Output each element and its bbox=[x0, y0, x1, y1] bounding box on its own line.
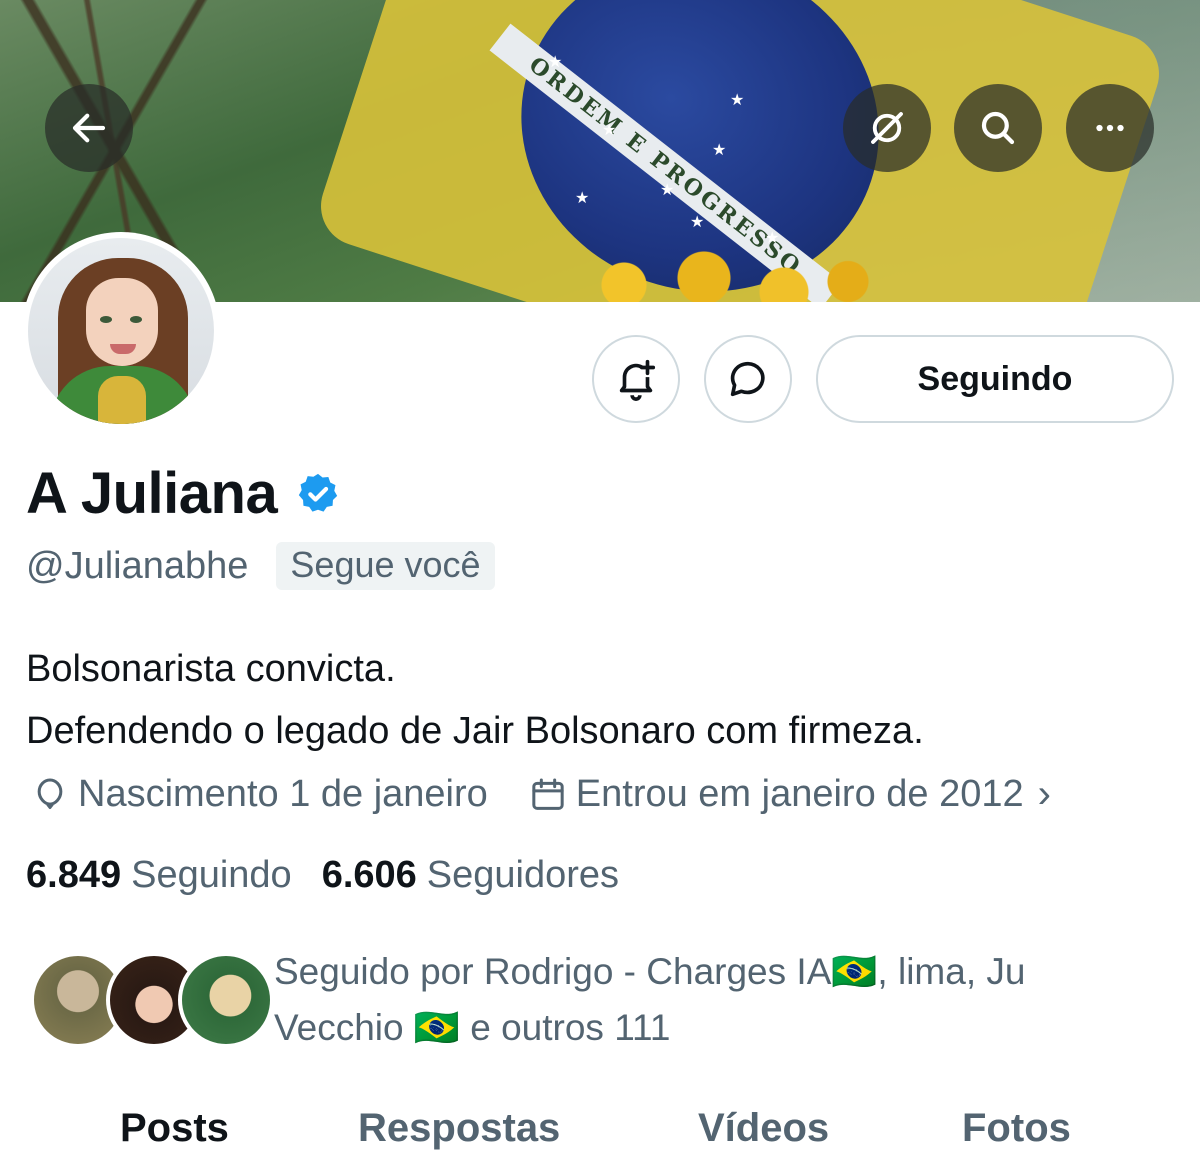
bell-plus-icon bbox=[619, 359, 656, 401]
followed-by-text: Seguido por Rodrigo - Charges IA🇧🇷, lima… bbox=[274, 944, 1134, 1056]
search-button[interactable] bbox=[954, 84, 1042, 172]
more-horizontal-icon bbox=[1096, 124, 1124, 132]
arrow-left-icon bbox=[72, 113, 106, 143]
profile-avatar[interactable] bbox=[22, 232, 220, 430]
banner-flowers bbox=[560, 250, 880, 302]
profile-tabs: Posts Respostas Vídeos Fotos bbox=[0, 1098, 1200, 1158]
flag-star: ★ bbox=[602, 122, 617, 139]
handle-row: @Julianabhe Segue você bbox=[26, 542, 495, 590]
tab-videos[interactable]: Vídeos bbox=[698, 1106, 829, 1151]
bio-line: Defendendo o legado de Jair Bolsonaro co… bbox=[26, 710, 924, 752]
follower-avatar bbox=[178, 952, 274, 1048]
followed-by-line: Vecchio 🇧🇷 e outros 111 bbox=[274, 1007, 671, 1048]
avatar-eye bbox=[100, 316, 112, 323]
tab-replies[interactable]: Respostas bbox=[358, 1106, 560, 1151]
avatar-dress-detail bbox=[98, 376, 146, 424]
back-button[interactable] bbox=[45, 84, 133, 172]
follow-stats: 6.849 Seguindo 6.606 Seguidores bbox=[26, 854, 649, 897]
following-count[interactable]: 6.849 bbox=[26, 854, 121, 897]
avatar-eye bbox=[130, 316, 142, 323]
following-button[interactable]: Seguindo bbox=[816, 335, 1174, 423]
username-handle: @Julianabhe bbox=[26, 544, 249, 587]
balloon-icon bbox=[37, 777, 63, 809]
followers-count[interactable]: 6.606 bbox=[322, 854, 417, 897]
flag-star: ★ bbox=[548, 54, 563, 71]
name-row: A Juliana bbox=[26, 460, 341, 527]
following-label[interactable]: Seguindo bbox=[131, 854, 292, 897]
grok-icon bbox=[871, 112, 903, 144]
joined-item[interactable]: Entrou em janeiro de 2012 › bbox=[528, 772, 1051, 817]
search-icon bbox=[981, 111, 1015, 145]
flag-star: ★ bbox=[690, 214, 705, 231]
chat-bubble-icon bbox=[730, 361, 765, 397]
bio-line: Bolsonarista convicta. bbox=[26, 648, 396, 690]
followers-label[interactable]: Seguidores bbox=[427, 854, 619, 897]
avatar-image bbox=[28, 238, 214, 424]
verified-badge-icon[interactable] bbox=[295, 471, 341, 517]
profile-bio: Bolsonarista convicta. Defendendo o lega… bbox=[26, 638, 924, 762]
calendar-icon bbox=[532, 778, 564, 810]
notify-button[interactable] bbox=[592, 335, 680, 423]
display-name: A Juliana bbox=[26, 461, 278, 526]
tab-photos[interactable]: Fotos bbox=[962, 1106, 1071, 1151]
more-button[interactable] bbox=[1066, 84, 1154, 172]
followed-by-section[interactable]: Seguido por Rodrigo - Charges IA🇧🇷, lima… bbox=[30, 944, 1170, 1054]
flag-star: ★ bbox=[730, 92, 745, 109]
tab-posts[interactable]: Posts bbox=[120, 1106, 229, 1151]
flag-star: ★ bbox=[765, 230, 780, 247]
flag-star: ★ bbox=[575, 190, 590, 207]
message-button[interactable] bbox=[704, 335, 792, 423]
birthday-item: Nascimento 1 de janeiro bbox=[30, 773, 488, 816]
birthday-text: Nascimento 1 de janeiro bbox=[78, 773, 488, 815]
joined-text: Entrou em janeiro de 2012 bbox=[575, 773, 1024, 815]
grok-button[interactable] bbox=[843, 84, 931, 172]
flag-star: ★ bbox=[660, 182, 675, 199]
follows-you-badge: Segue você bbox=[276, 542, 495, 590]
profile-meta: Nascimento 1 de janeiro Entrou em janeir… bbox=[30, 772, 1091, 817]
followed-by-line: Seguido por Rodrigo - Charges IA🇧🇷, lima… bbox=[274, 951, 1026, 992]
flag-star: ★ bbox=[712, 142, 727, 159]
chevron-right-icon: › bbox=[1037, 772, 1051, 816]
